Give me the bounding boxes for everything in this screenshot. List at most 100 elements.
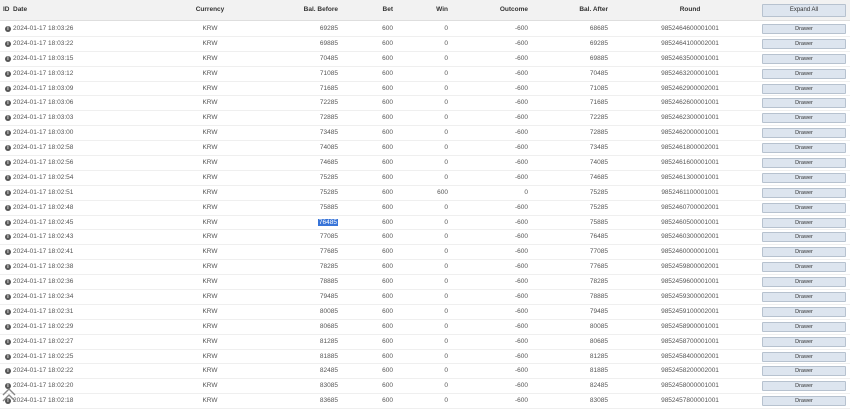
header-round[interactable]: Round <box>680 0 701 20</box>
bal-after-cell: 78885 <box>589 293 608 301</box>
table-row[interactable]: i 2024-01-17 18:02:41 KRW 77685 600 0 -600 7708… <box>0 245 850 261</box>
table-row[interactable]: i 2024-01-17 18:03:03 KRW 72885 600 0 -600 7228… <box>0 111 850 127</box>
drawer-button[interactable]: Drawer <box>762 321 846 332</box>
table-row[interactable]: i 2024-01-17 18:02:51 KRW 75285 600 600 0 75285… <box>0 186 850 201</box>
drawer-button[interactable]: Drawer <box>762 202 846 213</box>
info-icon[interactable]: i <box>5 174 11 181</box>
table-row[interactable]: i 2024-01-17 18:02:56 KRW 74685 600 0 -600 7408… <box>0 156 850 171</box>
drawer-button[interactable]: Drawer <box>762 381 846 392</box>
header-date[interactable]: Date <box>13 0 27 20</box>
table-row[interactable]: i 2024-01-17 18:03:26 KRW 69285 600 0 -600 6868… <box>0 22 850 37</box>
drawer-button[interactable]: Drawer <box>762 366 846 377</box>
drawer-button[interactable]: Drawer <box>762 217 846 228</box>
table-row[interactable]: i 2024-01-17 18:02:43 KRW 77085 600 0 -600 7648… <box>0 230 850 246</box>
header-id[interactable]: ID <box>3 0 10 20</box>
table-row[interactable]: i 2024-01-17 18:03:12 KRW 71085 600 0 -600 7048… <box>0 67 850 82</box>
outcome-cell: -600 <box>514 84 528 92</box>
drawer-button[interactable]: Drawer <box>762 292 846 303</box>
info-icon[interactable]: i <box>5 189 11 196</box>
drawer-button[interactable]: Drawer <box>762 158 846 169</box>
info-icon[interactable]: i <box>5 264 11 271</box>
table-row[interactable]: i 2024-01-17 18:03:22 KRW 69885 600 0 -600 6928… <box>0 37 850 52</box>
table-row[interactable]: i 2024-01-17 18:02:25 KRW 81885 600 0 -600 8128… <box>0 350 850 365</box>
table-row[interactable]: i 2024-01-17 18:02:36 KRW 78885 600 0 -600 7828… <box>0 275 850 291</box>
drawer-button[interactable]: Drawer <box>762 262 846 273</box>
drawer-button[interactable]: Drawer <box>762 187 846 198</box>
table-row[interactable]: i 2024-01-17 18:03:15 KRW 70485 600 0 -600 6988… <box>0 52 850 67</box>
table-row[interactable]: i 2024-01-17 18:02:18 KRW 83685 600 0 -600 8308… <box>0 394 850 410</box>
info-icon[interactable]: i <box>5 70 11 77</box>
header-bal-before[interactable]: Bal. Before <box>304 0 338 20</box>
info-icon[interactable]: i <box>5 40 11 47</box>
drawer-button[interactable]: Drawer <box>762 53 846 64</box>
drawer-button[interactable]: Drawer <box>762 24 846 34</box>
info-icon[interactable]: i <box>5 85 11 92</box>
info-icon[interactable]: i <box>5 368 11 375</box>
info-icon[interactable]: i <box>5 249 11 256</box>
table-row[interactable]: i 2024-01-17 18:02:54 KRW 75285 600 0 -600 7468… <box>0 171 850 186</box>
outcome-cell: -600 <box>514 54 528 62</box>
info-icon[interactable]: i <box>5 323 11 330</box>
table-row[interactable]: i 2024-01-17 18:03:06 KRW 72285 600 0 -600 7168… <box>0 96 850 112</box>
drawer-button[interactable]: Drawer <box>762 277 846 288</box>
win-cell: 0 <box>444 278 448 286</box>
table-row[interactable]: i 2024-01-17 18:02:20 KRW 83085 600 0 -600 8248… <box>0 379 850 395</box>
table-row[interactable]: i 2024-01-17 18:02:22 KRW 82485 600 0 -600 8188… <box>0 364 850 380</box>
drawer-button[interactable]: Drawer <box>762 172 846 183</box>
table-row[interactable]: i 2024-01-17 18:02:34 KRW 79485 600 0 -600 7888… <box>0 290 850 305</box>
date-cell: 2024-01-17 18:02:18 <box>13 397 74 405</box>
header-win[interactable]: Win <box>436 0 448 20</box>
table-row[interactable]: i 2024-01-17 18:02:48 KRW 75885 600 0 -600 7528… <box>0 201 850 216</box>
info-icon[interactable]: i <box>5 100 11 107</box>
table-row[interactable]: i 2024-01-17 18:02:58 KRW 74085 600 0 -600 7348… <box>0 141 850 157</box>
drawer-button[interactable]: Drawer <box>762 247 846 258</box>
info-icon[interactable]: i <box>5 55 11 62</box>
table-row[interactable]: i 2024-01-17 18:02:38 KRW 78285 600 0 -600 7768… <box>0 260 850 276</box>
info-icon[interactable]: i <box>5 294 11 301</box>
info-icon[interactable]: i <box>5 26 11 32</box>
drawer-button[interactable]: Drawer <box>762 232 846 243</box>
drawer-button[interactable]: Drawer <box>762 113 846 124</box>
table-row[interactable]: i 2024-01-17 18:03:09 KRW 71685 600 0 -600 7108… <box>0 82 850 97</box>
currency-cell: KRW <box>202 352 218 360</box>
table-row[interactable]: i 2024-01-17 18:03:00 KRW 73485 600 0 -600 7288… <box>0 126 850 142</box>
header-bet[interactable]: Bet <box>383 0 393 20</box>
info-icon[interactable]: i <box>5 279 11 286</box>
drawer-button[interactable]: Drawer <box>762 98 846 109</box>
table-row[interactable]: i 2024-01-17 18:02:31 KRW 80085 600 0 -600 7948… <box>0 305 850 320</box>
double-chevron-up-icon[interactable] <box>1 386 17 404</box>
info-icon[interactable]: i <box>5 234 11 241</box>
expand-all-button[interactable]: Expand All <box>762 4 846 17</box>
table-row[interactable]: i 2024-01-17 18:02:29 KRW 80685 600 0 -600 8008… <box>0 320 850 335</box>
table-row[interactable]: i 2024-01-17 18:02:27 KRW 81285 600 0 -600 8068… <box>0 335 850 350</box>
date-cell: 2024-01-17 18:02:45 <box>13 218 74 226</box>
outcome-cell: -600 <box>514 218 528 226</box>
drawer-button[interactable]: Drawer <box>762 83 846 94</box>
info-icon[interactable]: i <box>5 115 11 122</box>
bal-before-cell: 69285 <box>319 25 338 32</box>
info-icon[interactable]: i <box>5 204 11 211</box>
info-icon[interactable]: i <box>5 219 11 226</box>
drawer-button[interactable]: Drawer <box>762 68 846 79</box>
info-icon[interactable]: i <box>5 338 11 345</box>
info-icon[interactable]: i <box>5 160 11 167</box>
drawer-button[interactable]: Drawer <box>762 128 846 139</box>
header-currency[interactable]: Currency <box>196 0 225 20</box>
info-icon[interactable]: i <box>5 353 11 360</box>
drawer-button[interactable]: Drawer <box>762 306 846 317</box>
bet-cell: 600 <box>382 307 393 315</box>
drawer-button[interactable]: Drawer <box>762 143 846 154</box>
drawer-button[interactable]: Drawer <box>762 396 846 407</box>
drawer-button[interactable]: Drawer <box>762 351 846 362</box>
header-outcome[interactable]: Outcome <box>500 0 528 20</box>
drawer-button[interactable]: Drawer <box>762 336 846 347</box>
drawer-button[interactable]: Drawer <box>762 38 846 49</box>
info-icon[interactable]: i <box>5 145 11 152</box>
info-icon[interactable]: i <box>5 308 11 315</box>
header-bal-after[interactable]: Bal. After <box>579 0 608 20</box>
date-cell: 2024-01-17 18:02:56 <box>13 159 74 167</box>
table-row[interactable]: i 2024-01-17 18:02:45 KRW 76485 600 0 -600 7588… <box>0 216 850 231</box>
round-cell: 9852462600001001 <box>661 99 719 107</box>
currency-cell: KRW <box>202 293 218 301</box>
info-icon[interactable]: i <box>5 130 11 137</box>
